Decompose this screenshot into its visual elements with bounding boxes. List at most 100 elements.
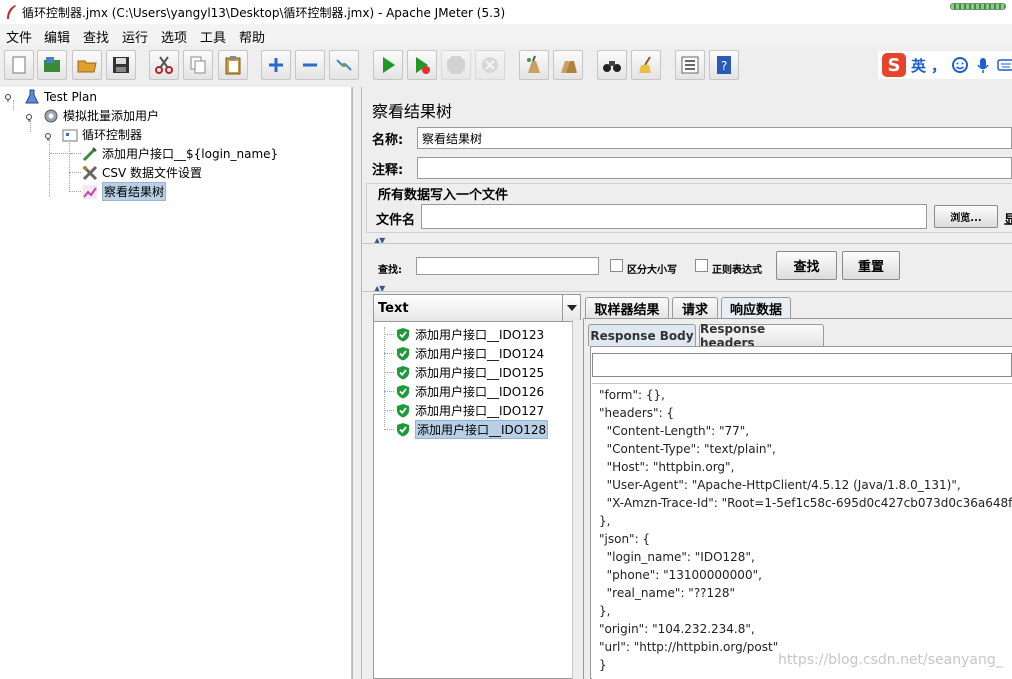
result-list-item[interactable]: 添加用户接口__IDO126 — [384, 382, 544, 400]
subtab-response-body[interactable]: Response Body — [588, 324, 696, 346]
tree-item-thread-group[interactable]: 模拟批量添加用户 — [43, 106, 159, 125]
window-title: 循环控制器.jmx (C:\Users\yangyl13\Desktop\循环控… — [22, 6, 506, 20]
binoculars-icon — [603, 61, 621, 72]
file-name-field[interactable] — [421, 204, 927, 229]
comment-label: 注释: — [372, 163, 404, 178]
new-button[interactable] — [4, 50, 34, 80]
menu-tools[interactable]: 工具 — [200, 27, 226, 46]
open-icon — [77, 60, 97, 73]
collapse-button[interactable] — [295, 50, 325, 80]
file-name-label: 文件名 — [376, 213, 416, 228]
response-line: "headers": { — [599, 406, 675, 420]
tree-item-view-results-tree[interactable]: 察看结果树 — [82, 182, 167, 201]
list-icon — [681, 56, 699, 74]
menu-options[interactable]: 选项 — [161, 27, 187, 46]
keyboard-icon[interactable] — [997, 56, 1012, 74]
ime-punct[interactable]: ， — [931, 55, 946, 76]
save-button[interactable] — [106, 50, 136, 80]
clear-all-button[interactable] — [553, 50, 583, 80]
find-button[interactable]: 查找 — [776, 251, 837, 280]
tree-item-label: 添加用户接口__${login_name} — [102, 147, 279, 161]
smiley-icon[interactable] — [951, 56, 969, 74]
response-search-field[interactable] — [592, 353, 1012, 377]
response-body[interactable]: "form": {}, "headers": { "Content-Length"… — [592, 383, 1012, 679]
result-list-item[interactable]: 添加用户接口__IDO128 — [384, 419, 549, 439]
chevron-down-icon[interactable] — [562, 295, 580, 321]
tree-item-loop-controller[interactable]: 循环控制器 — [62, 125, 142, 144]
tab-request[interactable]: 请求 — [672, 297, 718, 319]
success-shield-icon — [397, 365, 409, 379]
result-item-label: 添加用户接口__IDO123 — [415, 327, 545, 342]
copy-button[interactable] — [183, 50, 213, 80]
menu-bar: 文件 编辑 查找 运行 选项 工具 帮助 — [0, 24, 1012, 46]
panel-splitter[interactable] — [352, 87, 362, 679]
response-line: "X-Amzn-Trace-Id": "Root=1-5ef1c58c-695d… — [599, 496, 1012, 510]
clear-button[interactable] — [519, 50, 549, 80]
collapse-toggle-icon[interactable] — [26, 113, 35, 122]
menu-edit[interactable]: 编辑 — [44, 27, 70, 46]
regex-checkbox[interactable] — [695, 259, 708, 272]
toggle-button[interactable] — [329, 50, 359, 80]
browse-button[interactable]: 浏览... — [934, 205, 998, 228]
search-button[interactable] — [597, 50, 627, 80]
open-button[interactable] — [72, 50, 102, 80]
start-button[interactable] — [373, 50, 403, 80]
reset-button[interactable]: 重置 — [842, 251, 900, 280]
test-plan-tree: Test Plan 模拟批量添加用户 循环控制器 添加用户接口__${login… — [0, 87, 352, 679]
sogou-logo-icon: S — [882, 53, 906, 77]
response-line: "json": { — [599, 532, 651, 546]
panel-title: 察看结果树 — [372, 102, 453, 121]
shutdown-button[interactable] — [475, 50, 505, 80]
response-line: } — [599, 658, 607, 672]
comment-field[interactable] — [417, 157, 1012, 179]
response-line: "url": "http://httpbin.org/post" — [599, 640, 779, 654]
menu-help[interactable]: 帮助 — [239, 27, 265, 46]
function-helper-button[interactable] — [675, 50, 705, 80]
result-list-item[interactable]: 添加用户接口__IDO125 — [384, 363, 545, 381]
result-list-item[interactable]: 添加用户接口__IDO127 — [384, 401, 545, 419]
result-list-item[interactable]: 添加用户接口__IDO123 — [384, 325, 545, 343]
help-button[interactable]: ? — [709, 50, 739, 80]
collapse-toggle-icon[interactable] — [5, 93, 14, 102]
paste-icon — [225, 56, 241, 75]
renderer-select[interactable]: Text — [374, 295, 580, 322]
file-group-title: 所有数据写入一个文件 — [376, 184, 511, 203]
tab-response-data[interactable]: 响应数据 — [721, 297, 791, 319]
result-item-label: 添加用户接口__IDO127 — [415, 403, 545, 418]
menu-search[interactable]: 查找 — [83, 27, 109, 46]
reset-search-button[interactable] — [631, 50, 661, 80]
case-sensitive-checkbox[interactable] — [610, 259, 623, 272]
menu-file[interactable]: 文件 — [6, 27, 32, 46]
subtab-response-headers[interactable]: Response headers — [699, 322, 824, 350]
list-scrollbar[interactable] — [572, 320, 582, 679]
success-shield-icon — [397, 346, 409, 360]
name-field[interactable]: 察看结果树 — [417, 127, 1012, 149]
cut-button[interactable] — [149, 50, 179, 80]
tree-item-csv-config[interactable]: CSV 数据文件设置 — [82, 163, 202, 182]
result-item-label: 添加用户接口__IDO125 — [415, 365, 545, 380]
tree-item-label: 察看结果树 — [102, 182, 167, 201]
toggle-icon — [336, 59, 352, 71]
expand-button[interactable] — [261, 50, 291, 80]
renderer-value: Text — [378, 301, 409, 316]
success-shield-icon — [397, 327, 409, 341]
collapse-toggle-icon[interactable] — [45, 132, 54, 141]
search-field[interactable] — [416, 257, 599, 275]
stop-button[interactable] — [441, 50, 471, 80]
templates-button[interactable] — [37, 50, 67, 80]
templates-icon — [44, 57, 60, 72]
tree-item-http-sampler[interactable]: 添加用户接口__${login_name} — [82, 144, 278, 163]
paste-button[interactable] — [218, 50, 248, 80]
menu-run[interactable]: 运行 — [122, 27, 148, 46]
start-no-pause-button[interactable] — [407, 50, 437, 80]
result-list-item[interactable]: 添加用户接口__IDO124 — [384, 344, 544, 362]
success-shield-icon — [397, 403, 409, 417]
ime-language[interactable]: 英 — [911, 55, 926, 76]
tree-item-test-plan[interactable]: Test Plan — [24, 87, 97, 106]
response-line: "origin": "104.232.234.8", — [599, 622, 755, 636]
response-line: }, — [599, 604, 611, 618]
title-bar: 循环控制器.jmx (C:\Users\yangyl13\Desktop\循环控… — [0, 0, 1012, 24]
watermark: https://blog.csdn.net/seanyang_ — [778, 652, 1003, 668]
microphone-icon[interactable] — [974, 56, 992, 74]
tab-sampler-result[interactable]: 取样器结果 — [585, 297, 669, 319]
